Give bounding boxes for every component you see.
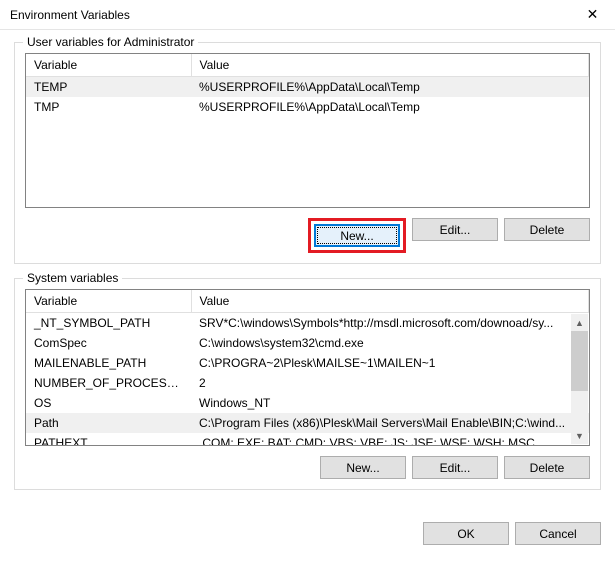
var-name: TEMP (26, 77, 191, 97)
system-edit-button[interactable]: Edit... (412, 456, 498, 479)
var-value: SRV*C:\windows\Symbols*http://msdl.micro… (191, 313, 589, 333)
var-value: %USERPROFILE%\AppData\Local\Temp (191, 97, 589, 117)
user-edit-button[interactable]: Edit... (412, 218, 498, 241)
var-name: NUMBER_OF_PROCESSORS (26, 373, 191, 393)
system-variables-group: System variables Variable Value _NT_SYMB… (14, 278, 601, 490)
var-name: Path (26, 413, 191, 433)
ok-button[interactable]: OK (423, 522, 509, 545)
var-name: TMP (26, 97, 191, 117)
system-header-value[interactable]: Value (191, 290, 589, 313)
var-value: 2 (191, 373, 589, 393)
table-row[interactable]: NUMBER_OF_PROCESSORS 2 (26, 373, 589, 393)
user-delete-button[interactable]: Delete (504, 218, 590, 241)
user-button-row: New... Edit... Delete (25, 218, 590, 253)
new-button-highlight: New... (308, 218, 406, 253)
table-row[interactable]: Path C:\Program Files (x86)\Plesk\Mail S… (26, 413, 589, 433)
table-row[interactable]: ComSpec C:\windows\system32\cmd.exe (26, 333, 589, 353)
var-value: %USERPROFILE%\AppData\Local\Temp (191, 77, 589, 97)
cancel-button[interactable]: Cancel (515, 522, 601, 545)
system-scrollbar[interactable]: ▲ ▼ (571, 314, 588, 444)
system-variables-table[interactable]: Variable Value _NT_SYMBOL_PATH SRV*C:\wi… (25, 289, 590, 446)
close-button[interactable]: ✕ (570, 0, 615, 30)
system-new-button[interactable]: New... (320, 456, 406, 479)
scroll-down-icon[interactable]: ▼ (571, 427, 588, 444)
var-value: C:\PROGRA~2\Plesk\MAILSE~1\MAILEN~1 (191, 353, 589, 373)
scroll-up-icon[interactable]: ▲ (571, 314, 588, 331)
var-value: C:\Program Files (x86)\Plesk\Mail Server… (191, 413, 589, 433)
table-row[interactable]: MAILENABLE_PATH C:\PROGRA~2\Plesk\MAILSE… (26, 353, 589, 373)
user-group-legend: User variables for Administrator (23, 35, 198, 49)
system-delete-button[interactable]: Delete (504, 456, 590, 479)
user-variables-table[interactable]: Variable Value TEMP %USERPROFILE%\AppDat… (25, 53, 590, 208)
var-name: PATHEXT (26, 433, 191, 445)
var-name: OS (26, 393, 191, 413)
var-value: Windows_NT (191, 393, 589, 413)
system-group-legend: System variables (23, 271, 122, 285)
var-value: C:\windows\system32\cmd.exe (191, 333, 589, 353)
user-header-variable[interactable]: Variable (26, 54, 191, 77)
system-header-variable[interactable]: Variable (26, 290, 191, 313)
window-title: Environment Variables (10, 8, 130, 22)
scroll-thumb[interactable] (571, 331, 588, 391)
table-row[interactable]: TEMP %USERPROFILE%\AppData\Local\Temp (26, 77, 589, 97)
user-header-value[interactable]: Value (191, 54, 589, 77)
dialog-body: User variables for Administrator Variabl… (0, 30, 615, 518)
titlebar: Environment Variables ✕ (0, 0, 615, 30)
system-button-row: New... Edit... Delete (25, 456, 590, 479)
user-variables-group: User variables for Administrator Variabl… (14, 42, 601, 264)
var-name: _NT_SYMBOL_PATH (26, 313, 191, 333)
var-name: ComSpec (26, 333, 191, 353)
close-icon: ✕ (587, 6, 599, 23)
table-row[interactable]: TMP %USERPROFILE%\AppData\Local\Temp (26, 97, 589, 117)
var-value: .COM;.EXE;.BAT;.CMD;.VBS;.VBE;.JS;.JSE;.… (191, 433, 589, 445)
var-name: MAILENABLE_PATH (26, 353, 191, 373)
table-row[interactable]: OS Windows_NT (26, 393, 589, 413)
user-new-button[interactable]: New... (314, 224, 400, 247)
dialog-button-row: OK Cancel (0, 518, 615, 545)
table-row[interactable]: _NT_SYMBOL_PATH SRV*C:\windows\Symbols*h… (26, 313, 589, 333)
table-row[interactable]: PATHEXT .COM;.EXE;.BAT;.CMD;.VBS;.VBE;.J… (26, 433, 589, 445)
